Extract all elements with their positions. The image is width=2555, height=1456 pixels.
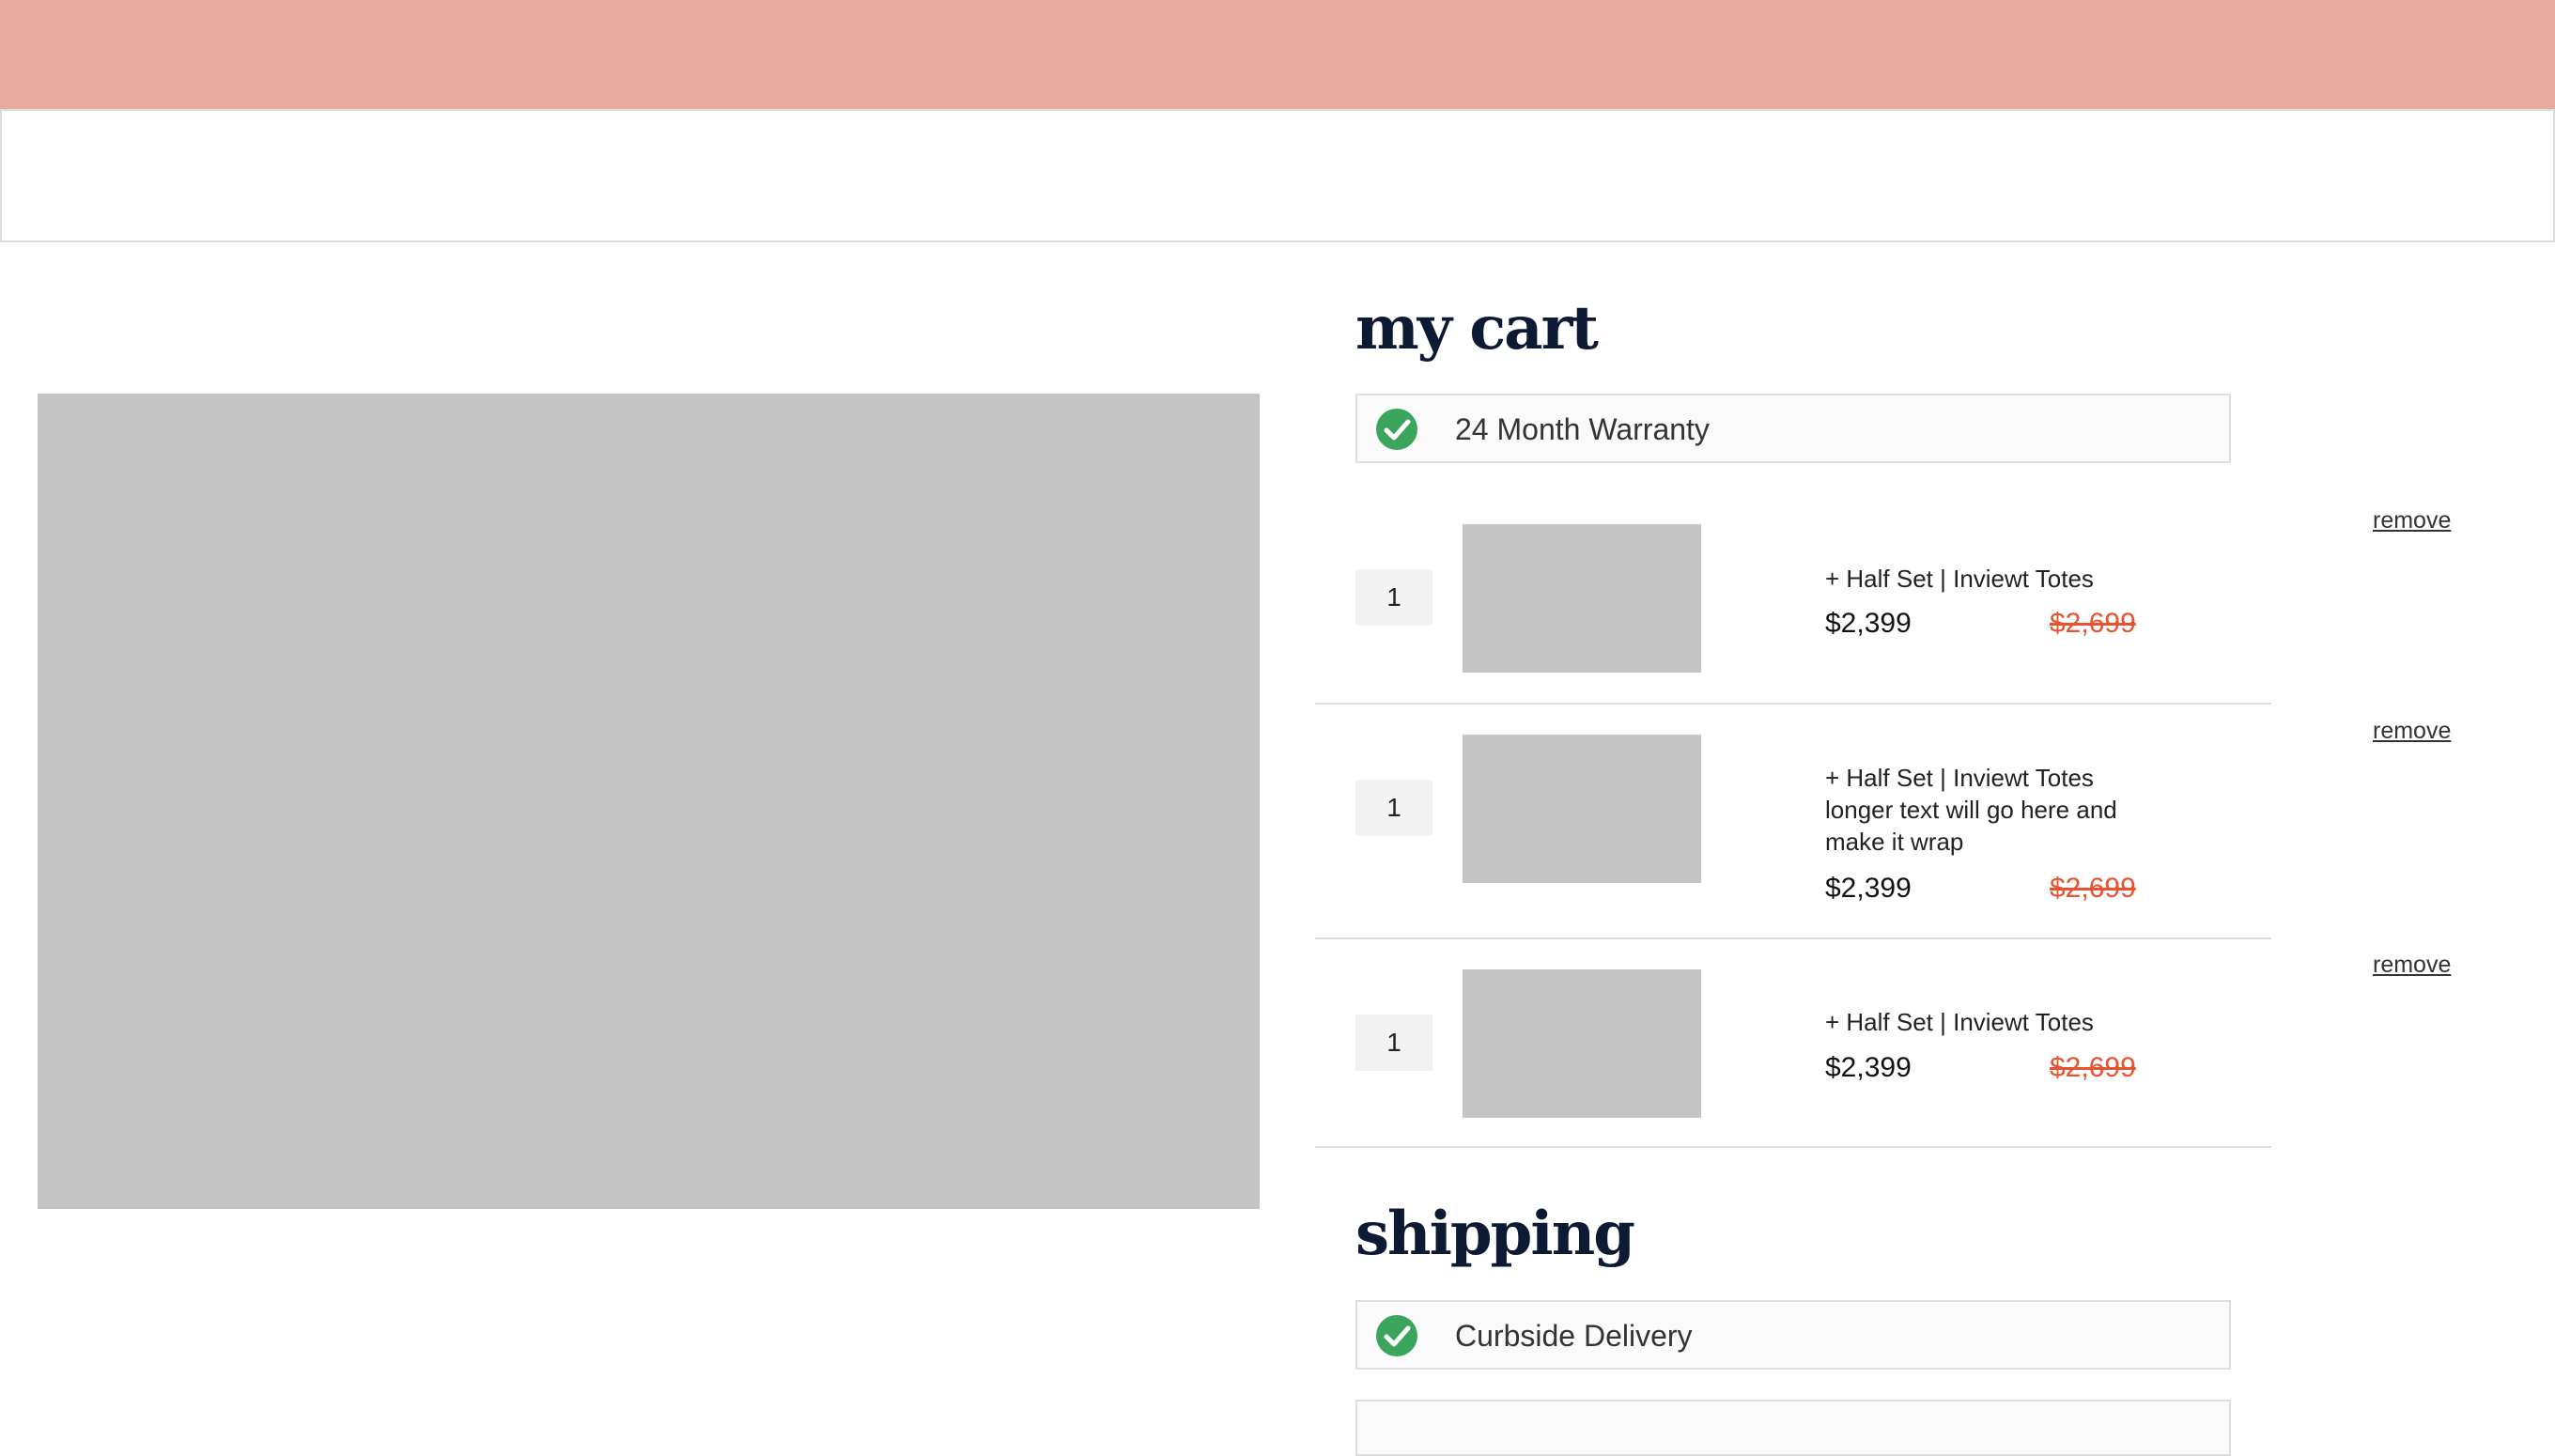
item-name: + Half Set | Inviewt Totes longer text w… <box>1825 764 2117 856</box>
shipping-option[interactable]: Curbside Delivery <box>1355 1300 2231 1370</box>
remove-item-button[interactable]: remove <box>2373 507 2451 534</box>
cart-item: 1 + Half Set | Inviewt Totes $2,399 $2,6… <box>1315 488 2271 705</box>
item-original-price: $2,699 <box>2050 608 2136 639</box>
cart-item: 1 + Half Set | Inviewt Totes longer text… <box>1315 705 2271 939</box>
top-banner <box>0 0 2555 109</box>
warranty-option[interactable]: 24 Month Warranty <box>1355 394 2231 463</box>
item-name: + Half Set | Inviewt Totes <box>1825 1008 2094 1036</box>
item-original-price: $2,699 <box>2050 1052 2136 1083</box>
item-name: + Half Set | Inviewt Totes <box>1825 565 2094 593</box>
item-thumbnail <box>1463 969 1701 1118</box>
item-price: $2,399 <box>1825 608 1912 639</box>
header-nav <box>0 109 2555 242</box>
check-circle-icon <box>1376 409 1417 450</box>
remove-item-button[interactable]: remove <box>2373 718 2451 745</box>
item-thumbnail <box>1463 524 1701 673</box>
shipping-option-secondary[interactable] <box>1355 1400 2231 1456</box>
shipping-title: shipping <box>1355 1199 1635 1269</box>
cart-title: my cart <box>1355 293 1599 364</box>
item-thumbnail <box>1463 735 1701 883</box>
warranty-label: 24 Month Warranty <box>1455 412 1710 446</box>
item-price: $2,399 <box>1825 1052 1912 1083</box>
product-hero-image <box>38 394 1260 1209</box>
remove-item-button[interactable]: remove <box>2373 952 2451 979</box>
quantity-field[interactable]: 1 <box>1355 1015 1432 1071</box>
cart-item: 1 + Half Set | Inviewt Totes $2,399 $2,6… <box>1315 939 2271 1148</box>
quantity-field[interactable]: 1 <box>1355 569 1432 626</box>
quantity-field[interactable]: 1 <box>1355 780 1432 836</box>
check-circle-icon <box>1376 1315 1417 1356</box>
item-price: $2,399 <box>1825 873 1912 904</box>
shipping-option-label: Curbside Delivery <box>1455 1319 1693 1353</box>
item-original-price: $2,699 <box>2050 873 2136 904</box>
